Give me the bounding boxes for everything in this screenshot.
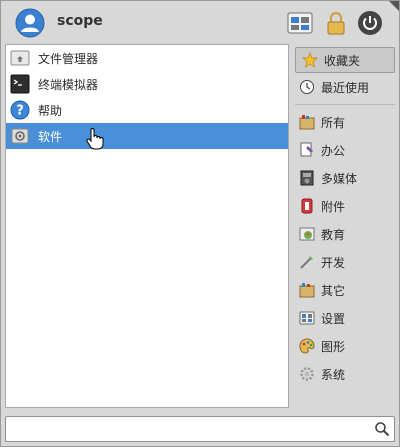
category-system[interactable]: 系统 bbox=[293, 360, 397, 388]
search-icon bbox=[375, 422, 390, 437]
username-label: scope bbox=[57, 13, 103, 29]
menu-header: scope bbox=[1, 1, 399, 43]
category-multimedia[interactable]: 多媒体 bbox=[293, 164, 397, 192]
app-item-software[interactable]: 软件 bbox=[6, 123, 288, 149]
multimedia-icon bbox=[300, 170, 314, 186]
category-development[interactable]: 开发 bbox=[293, 248, 397, 276]
settings-manager-button[interactable] bbox=[287, 10, 313, 36]
help-icon: ? bbox=[10, 100, 30, 120]
category-recent[interactable]: 最近使用 bbox=[293, 73, 397, 101]
application-list[interactable]: 文件管理器 终端模拟器 ? 帮助 软件 bbox=[5, 44, 289, 408]
category-other[interactable]: 其它 bbox=[293, 276, 397, 304]
app-item-help[interactable]: ? 帮助 bbox=[6, 97, 288, 123]
terminal-icon bbox=[10, 74, 30, 94]
hand-pointer-cursor-icon bbox=[86, 128, 104, 150]
education-icon bbox=[299, 227, 315, 241]
other-icon bbox=[299, 283, 315, 298]
app-item-file-manager[interactable]: 文件管理器 bbox=[6, 45, 288, 71]
app-label: 文件管理器 bbox=[38, 51, 99, 66]
user-avatar-icon[interactable] bbox=[15, 8, 45, 38]
category-graphics[interactable]: 图形 bbox=[293, 332, 397, 360]
lock-screen-button[interactable] bbox=[323, 10, 349, 36]
development-icon bbox=[300, 256, 313, 269]
category-all[interactable]: 所有 bbox=[293, 108, 397, 136]
category-office[interactable]: 办公 bbox=[293, 136, 397, 164]
category-accessories[interactable]: 附件 bbox=[293, 192, 397, 220]
power-button[interactable] bbox=[357, 10, 383, 36]
category-settings[interactable]: 设置 bbox=[293, 304, 397, 332]
accessories-icon bbox=[301, 198, 313, 214]
app-label: 软件 bbox=[38, 129, 63, 144]
clock-icon bbox=[300, 80, 314, 94]
search-input[interactable] bbox=[10, 419, 374, 441]
whisker-menu-window: scope 文件管理器 终端模拟器 ? 帮助 软件 收藏夹 最近使用 所有 办公… bbox=[0, 0, 400, 447]
category-separator bbox=[295, 104, 395, 105]
system-icon bbox=[300, 367, 314, 381]
app-label: 帮助 bbox=[38, 103, 63, 118]
category-favorites[interactable]: 收藏夹 bbox=[295, 47, 395, 73]
settings-icon bbox=[299, 311, 315, 325]
search-box bbox=[5, 416, 395, 442]
office-icon bbox=[300, 142, 313, 157]
star-icon bbox=[302, 52, 318, 68]
svg-text:?: ? bbox=[16, 104, 24, 119]
graphics-icon bbox=[299, 338, 315, 354]
software-icon bbox=[11, 128, 29, 144]
category-education[interactable]: 教育 bbox=[293, 220, 397, 248]
file-manager-icon bbox=[10, 50, 30, 66]
app-item-terminal[interactable]: 终端模拟器 bbox=[6, 71, 288, 97]
all-apps-icon bbox=[299, 115, 315, 130]
app-label: 终端模拟器 bbox=[38, 77, 99, 92]
category-list: 收藏夹 最近使用 所有 办公 多媒体 附件 教育 开发 其它 设置 图形 系统 bbox=[293, 44, 397, 408]
